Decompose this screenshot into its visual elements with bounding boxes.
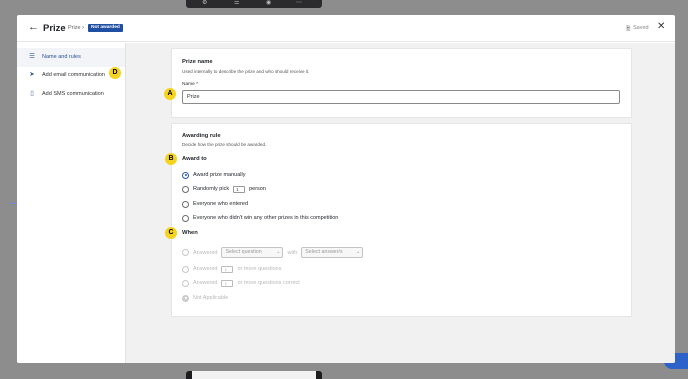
prize-name-card: Prize name Used internally to describe t… [171, 48, 632, 118]
when-option-not-applicable[interactable]: Not Applicable [182, 294, 228, 302]
breadcrumb-separator: › [62, 25, 64, 31]
radio-button[interactable] [182, 171, 189, 179]
name-field-label: Name * [182, 82, 198, 87]
radio-button[interactable] [182, 279, 189, 287]
section-heading: Prize name [182, 59, 213, 65]
modal-header: ← Prize › Prize › Not awarded 🗎 Saved ✕ [17, 15, 675, 42]
select-question-dropdown[interactable]: Select question ⌄ [221, 247, 284, 258]
option-label: person [249, 186, 266, 192]
select-answers-dropdown[interactable]: Select answer/s ⌄ [301, 247, 364, 258]
saved-status: Saved [633, 25, 649, 31]
option-label: Not Applicable [193, 295, 229, 301]
when-option-answered-correct[interactable]: Answered 1 or more questions correct [182, 279, 300, 287]
chevron-down-icon: ⌄ [356, 249, 361, 255]
breadcrumb[interactable]: Prize [68, 25, 81, 31]
sidebar-item-label: Name and rules [42, 54, 81, 60]
when-option-answered-question[interactable]: Answered Select question ⌄ with Select an… [182, 247, 364, 258]
section-description: Decide how the prize should be awarded. [182, 142, 267, 147]
correct-count-input[interactable]: 1 [221, 279, 234, 287]
option-label: Everyone who didn't win any other prizes… [193, 215, 339, 221]
sidebar: ☰ Name and rules ➤ Add email communicati… [17, 43, 125, 363]
arrow-left-icon[interactable]: ← [28, 22, 39, 33]
with-label: with [287, 249, 298, 256]
award-to-label: Award to [182, 156, 207, 162]
option-label: or more questions correct [237, 280, 300, 286]
radio-button[interactable] [182, 185, 189, 193]
award-option-manual[interactable]: Award prize manually [182, 171, 245, 179]
marker-d: D [109, 67, 121, 79]
random-count-input[interactable]: 1 [233, 185, 246, 193]
option-label: Answered [193, 280, 218, 286]
sidebar-item-label: Add email communication [42, 72, 105, 78]
section-description: Used internally to describe the prize an… [182, 69, 310, 74]
option-label: Everyone who entered [193, 201, 249, 207]
award-option-random[interactable]: Randomly pick 1 person [182, 185, 266, 193]
main-content: Prize name Used internally to describe t… [125, 43, 675, 363]
sidebar-item-name-and-rules[interactable]: ☰ Name and rules [17, 48, 125, 67]
awarding-rule-card: Awarding rule Decide how the prize shoul… [171, 123, 632, 317]
list-icon: ☰ [29, 53, 35, 60]
background-toolbar: ⚙ ☰ ◉ ⋯ [186, 0, 322, 8]
save-icon: 🗎 [626, 26, 631, 32]
send-icon: ➤ [29, 71, 35, 78]
award-option-non-winners[interactable]: Everyone who didn't win any other prizes… [182, 214, 338, 222]
marker-c: C [165, 227, 177, 239]
award-option-everyone[interactable]: Everyone who entered [182, 200, 248, 208]
marker-a: A [164, 88, 176, 100]
chevron-down-icon: ⌄ [276, 249, 281, 255]
section-heading: Awarding rule [182, 133, 221, 139]
marker-b: B [165, 153, 177, 165]
option-label: Answered [193, 249, 218, 256]
more-icon: ⋯ [296, 0, 302, 6]
radio-button[interactable] [182, 249, 189, 256]
option-label: Randomly pick [193, 186, 230, 192]
radio-button[interactable] [182, 214, 189, 222]
prize-name-input[interactable]: Prize [182, 90, 620, 104]
user-icon: ◉ [266, 0, 272, 6]
questions-count-input[interactable]: 1 [221, 265, 234, 273]
when-label: When [182, 230, 198, 236]
radio-button[interactable] [182, 294, 189, 302]
gear-icon: ⚙ [202, 0, 208, 6]
sidebar-item-sms-communication[interactable]: ▯ Add SMS communication [17, 85, 125, 104]
option-label: Answered [193, 266, 218, 272]
close-icon[interactable]: ✕ [657, 22, 665, 32]
breadcrumb-separator: › [82, 25, 84, 31]
background-panel [186, 371, 322, 379]
phone-icon: ▯ [30, 90, 34, 97]
option-label: Award prize manually [193, 172, 246, 178]
radio-button[interactable] [182, 265, 189, 273]
when-option-answered-count[interactable]: Answered 1 or more questions [182, 265, 282, 273]
radio-button[interactable] [182, 200, 189, 208]
option-label: or more questions [237, 266, 282, 272]
sidebar-item-label: Add SMS communication [42, 91, 104, 97]
status-badge: Not awarded [88, 24, 123, 32]
list-icon: ☰ [234, 0, 240, 6]
